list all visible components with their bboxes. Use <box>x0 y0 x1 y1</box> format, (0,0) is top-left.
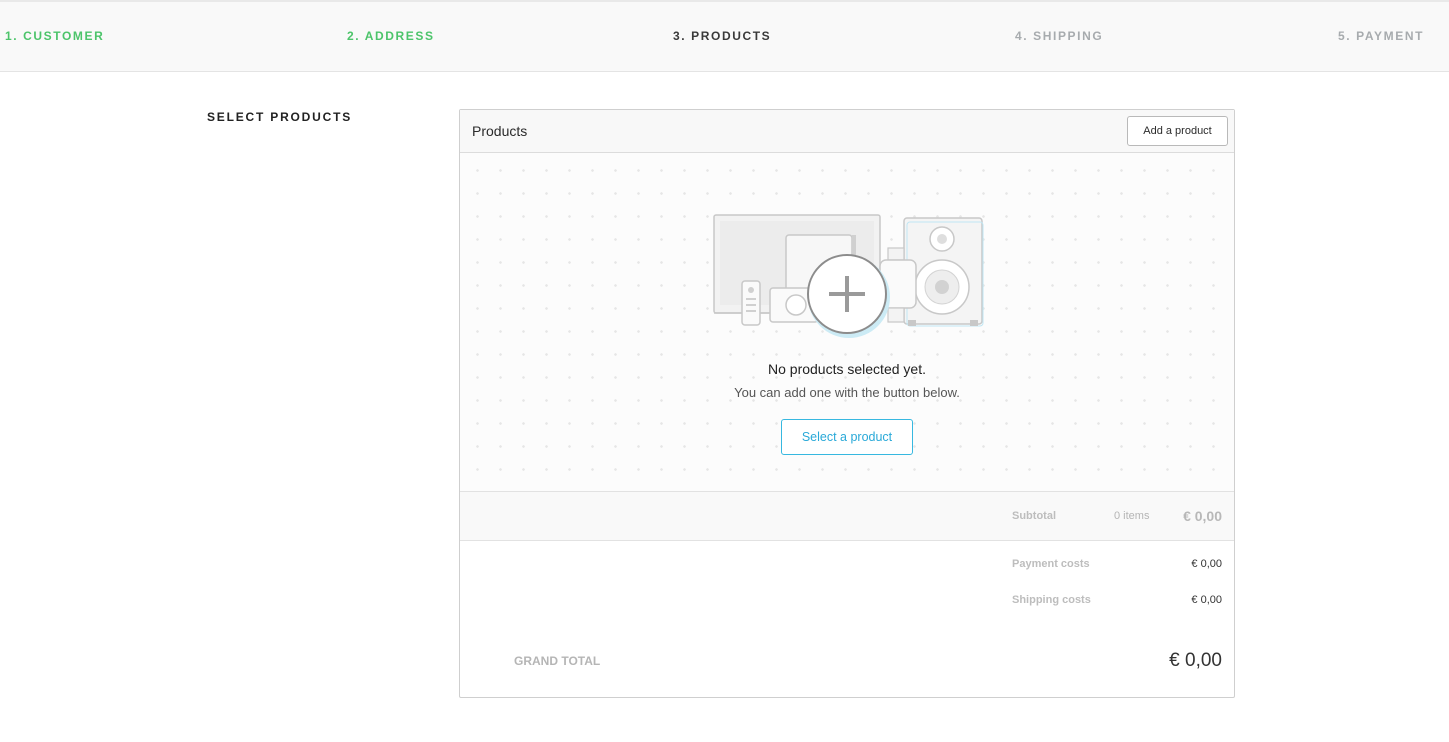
shipping-costs-amount: € 0,00 <box>1191 594 1222 606</box>
products-panel: Products Add a product No products selec… <box>459 109 1235 698</box>
payment-costs-label: Payment costs <box>1012 558 1090 570</box>
grand-total-label: GRAND TOTAL <box>514 654 601 668</box>
grand-total-amount: € 0,00 <box>1169 650 1222 671</box>
panel-title: Products <box>472 123 528 139</box>
products-plus-illustration-icon <box>713 214 984 338</box>
add-product-button[interactable]: Add a product <box>1127 116 1228 146</box>
step-address[interactable]: 2. ADDRESS <box>347 29 435 43</box>
empty-state-subtitle: You can add one with the button below. <box>734 385 960 400</box>
checkout-stepper: 1. CUSTOMER 2. ADDRESS 3. PRODUCTS 4. SH… <box>0 0 1449 72</box>
subtotal-amount: € 0,00 <box>1183 508 1222 524</box>
select-product-button[interactable]: Select a product <box>781 419 913 455</box>
step-payment: 5. PAYMENT <box>1338 29 1425 43</box>
panel-header: Products Add a product <box>460 110 1234 153</box>
subtotal-items-count: 0 items <box>1114 510 1150 522</box>
subtotal-row: Subtotal 0 items € 0,00 <box>460 492 1234 541</box>
section-title: SELECT PRODUCTS <box>207 110 353 124</box>
step-customer[interactable]: 1. CUSTOMER <box>5 29 104 43</box>
step-products: 3. PRODUCTS <box>673 29 772 43</box>
subtotal-label: Subtotal <box>1012 510 1056 522</box>
step-shipping: 4. SHIPPING <box>1015 29 1104 43</box>
empty-state-title: No products selected yet. <box>768 361 926 377</box>
empty-state: No products selected yet. You can add on… <box>460 153 1234 492</box>
payment-costs-amount: € 0,00 <box>1191 558 1222 570</box>
shipping-costs-label: Shipping costs <box>1012 594 1091 606</box>
